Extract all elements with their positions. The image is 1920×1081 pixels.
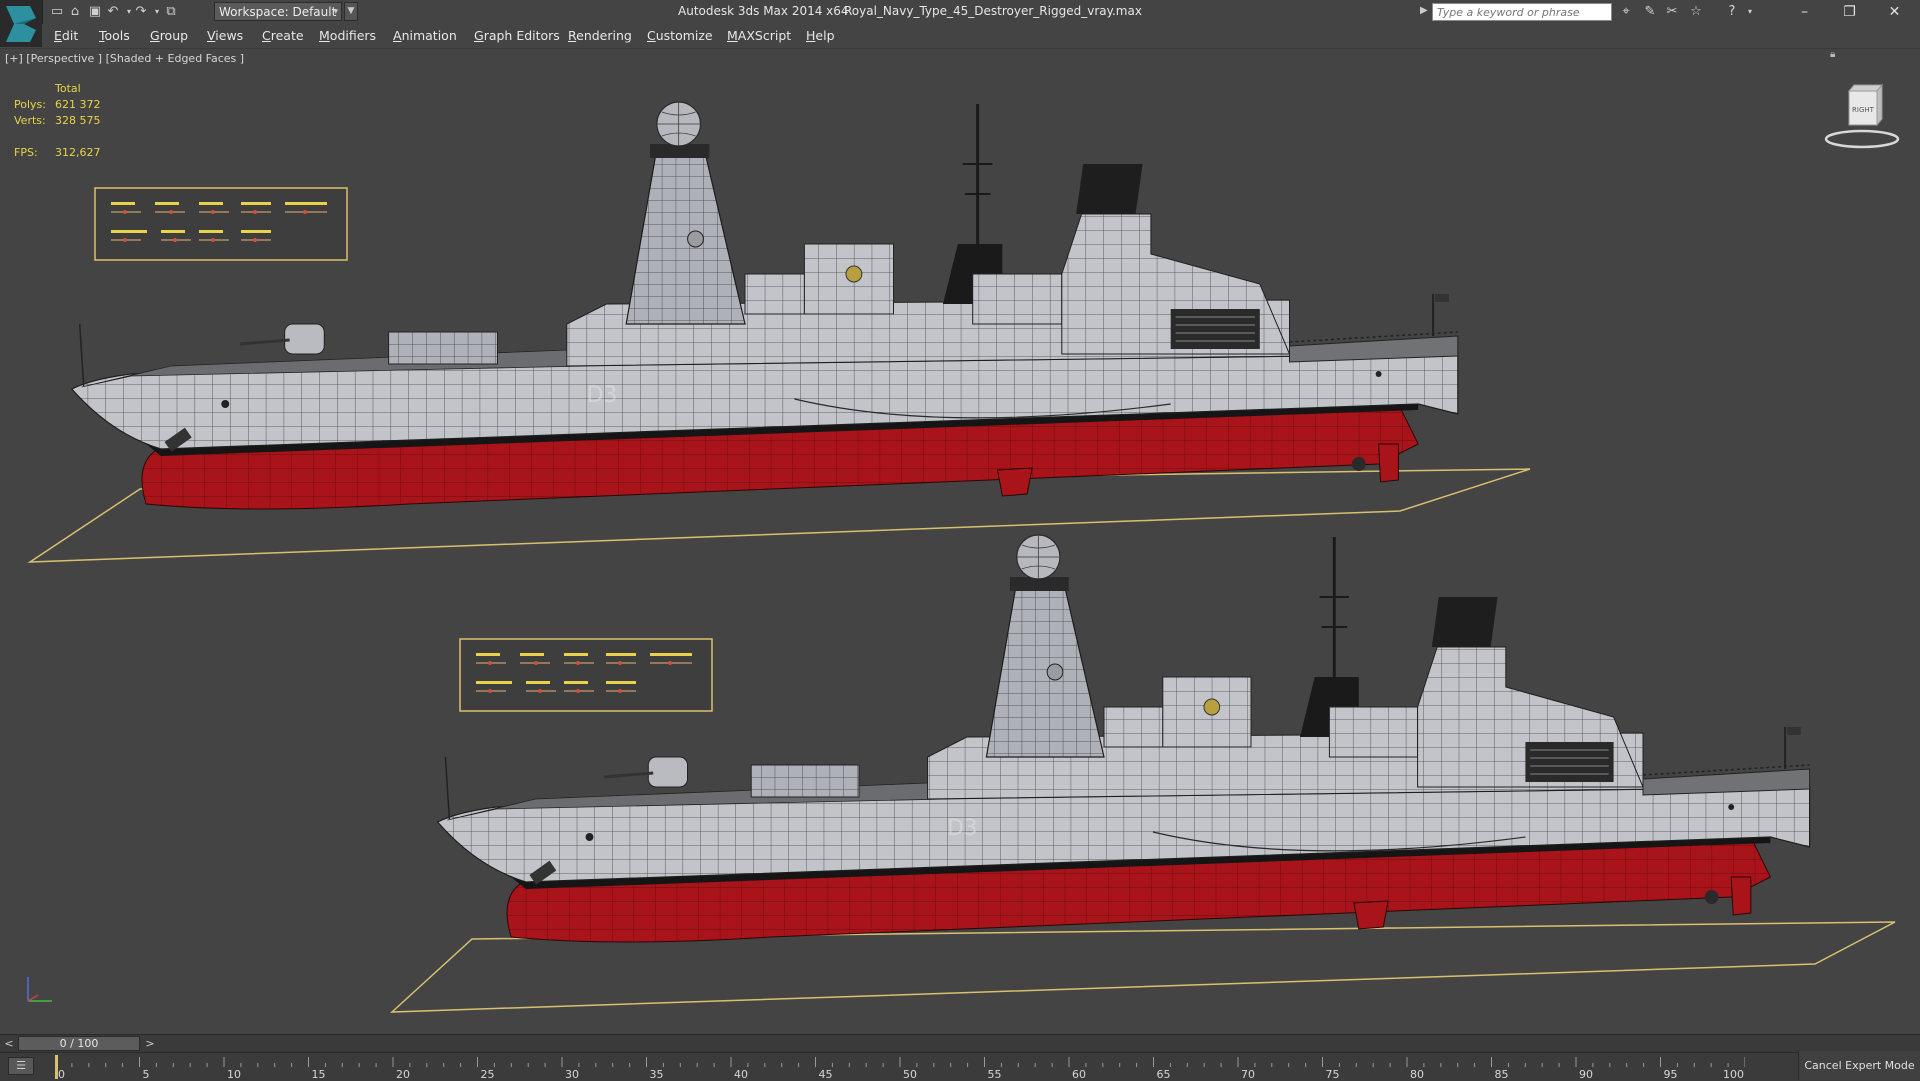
project-folder-icon[interactable]: ⧉ [162, 3, 180, 21]
help-dropdown-icon[interactable]: ▾ [1740, 3, 1760, 21]
workspace-dropdown[interactable]: Workspace: Default ▾ [214, 2, 342, 21]
cancel-expert-mode-button[interactable]: Cancel Expert Mode [1798, 1051, 1920, 1080]
save-file-icon[interactable]: ▣ [86, 3, 104, 21]
menu-modifiers[interactable]: Modifiers [319, 28, 376, 43]
ship-1-destroyer-model[interactable] [70, 100, 1460, 511]
help-icon[interactable]: ? [1722, 3, 1742, 21]
menu-graph-editors[interactable]: Graph Editors [474, 28, 560, 43]
subscription-center-icon[interactable]: ✎ [1640, 3, 1660, 21]
fps-value: 312,627 [55, 146, 101, 159]
timeline-tick-label: 50 [903, 1068, 917, 1081]
lock-icon[interactable]: 🔒︎ [1830, 49, 1835, 60]
stats-header: Total [55, 82, 81, 95]
timeline-tick-label: 60 [1072, 1068, 1086, 1081]
current-frame-marker[interactable] [55, 1055, 58, 1079]
search-input[interactable] [1432, 3, 1612, 21]
perspective-viewport[interactable]: D3 [+] [Perspective] [Shaded + Edged Fa… [0, 48, 1920, 1035]
main-menu-bar: Edit Tools Group Views Create Modifiers … [42, 24, 1920, 47]
time-slider-label: 0 / 100 [59, 1037, 99, 1050]
binoculars-search-icon[interactable]: ⌖ [1616, 3, 1636, 21]
axis-tripod [22, 969, 62, 1009]
time-slider-bar: < 0 / 100 > [0, 1034, 1920, 1053]
app-title: Autodesk 3ds Max 2014 x64 [678, 4, 849, 18]
timeline-tick-label: 75 [1326, 1068, 1340, 1081]
time-slider-handle[interactable]: 0 / 100 [18, 1036, 140, 1051]
3dsmax-logo-icon [6, 6, 36, 42]
time-slider-prev-button[interactable]: < [0, 1035, 18, 1053]
timeline-tick-label: 95 [1664, 1068, 1678, 1081]
timeline-tick-label: 35 [650, 1068, 664, 1081]
quick-access-dropdown-icon[interactable]: ▼ [344, 2, 358, 21]
timeline-tick-label: 55 [988, 1068, 1002, 1081]
search-expand-icon[interactable]: ▶ [1420, 5, 1428, 16]
track-bar[interactable]: ☰ 0 5 10 15 20 25 30 35 40 45 50 55 60 65 70 75 80 85 90 95… [0, 1052, 1920, 1081]
timeline-tick-label: 65 [1157, 1068, 1171, 1081]
title-bar: ▭ ⌂ ▣ ↶ ▾ ↷ ▾ ⧉ Workspace: Default ▾ ▼ A… [0, 0, 1920, 47]
open-file-icon[interactable]: ⌂ [66, 3, 84, 21]
timeline-tick-label: 20 [396, 1068, 410, 1081]
viewport-label[interactable]: [+] [Perspective ] [Shaded + Edged Faces… [5, 52, 244, 65]
timeline-tick-label: 100 [1723, 1068, 1744, 1081]
verts-value: 328 575 [55, 114, 101, 127]
menu-maxscript[interactable]: MAXScript [727, 28, 791, 43]
menu-customize[interactable]: Customize [647, 28, 713, 43]
close-window-button[interactable]: ✕ [1872, 0, 1917, 24]
ship-1-rig-control-panel[interactable] [94, 187, 348, 261]
polys-value: 621 372 [55, 98, 101, 111]
chevron-down-icon: ▾ [333, 7, 338, 17]
restore-window-button[interactable]: ❐ [1827, 0, 1872, 24]
time-slider-next-button[interactable]: > [141, 1035, 159, 1053]
timeline-tick-label: 80 [1410, 1068, 1424, 1081]
timeline-tick-label: 40 [734, 1068, 748, 1081]
timeline-tick-label: 0 [58, 1068, 65, 1081]
menu-help[interactable]: Help [806, 28, 835, 43]
timeline-tick-label: 10 [227, 1068, 241, 1081]
viewcube-icon: RIGHT [1824, 83, 1900, 149]
timeline-ruler[interactable]: 0 5 10 15 20 25 30 35 40 45 50 55 60 65 70 75 80 85 90 95 10… [55, 1053, 1745, 1081]
timeline-tick-label: 90 [1579, 1068, 1593, 1081]
axis-tripod-icon [27, 977, 52, 1002]
cancel-expert-mode-label: Cancel Expert Mode [1804, 1059, 1915, 1072]
menu-tools[interactable]: Tools [99, 28, 130, 43]
menu-animation[interactable]: Animation [393, 28, 457, 43]
communication-center-icon[interactable]: ✂ [1662, 3, 1682, 21]
workspace-label: Workspace: Default [219, 5, 337, 19]
menu-edit[interactable]: Edit [54, 28, 78, 43]
ship-2-rig-control-panel[interactable] [459, 638, 713, 712]
file-name-title: Royal_Navy_Type_45_Destroyer_Rigged_vray… [844, 4, 1142, 18]
app-logo-button[interactable] [0, 0, 43, 47]
menu-group[interactable]: Group [150, 28, 188, 43]
menu-rendering[interactable]: Rendering [568, 28, 632, 43]
timeline-tick-label: 5 [143, 1068, 150, 1081]
menu-create[interactable]: Create [262, 28, 304, 43]
timeline-tick-label: 30 [565, 1068, 579, 1081]
verts-label: Verts: [14, 114, 46, 127]
timeline-tick-label: 70 [1241, 1068, 1255, 1081]
scene-render: D3 [27, 100, 1896, 1013]
curve-editor-mini-icon[interactable]: ☰ [8, 1057, 34, 1075]
menu-views[interactable]: Views [207, 28, 243, 43]
viewcube-face-label: RIGHT [1852, 106, 1875, 114]
favorites-star-icon[interactable]: ☆ [1686, 3, 1706, 21]
fps-label: FPS: [14, 146, 38, 159]
ship-2-destroyer-model[interactable] [436, 533, 1812, 944]
new-scene-icon[interactable]: ▭ [48, 3, 66, 21]
timeline-tick-label: 85 [1495, 1068, 1509, 1081]
timeline-tick-label: 45 [819, 1068, 833, 1081]
polys-label: Polys: [14, 98, 46, 111]
viewcube[interactable]: RIGHT [1822, 75, 1902, 155]
timeline-tick-label: 25 [481, 1068, 495, 1081]
minimize-window-button[interactable]: – [1782, 0, 1827, 24]
timeline-tick-label: 15 [312, 1068, 326, 1081]
